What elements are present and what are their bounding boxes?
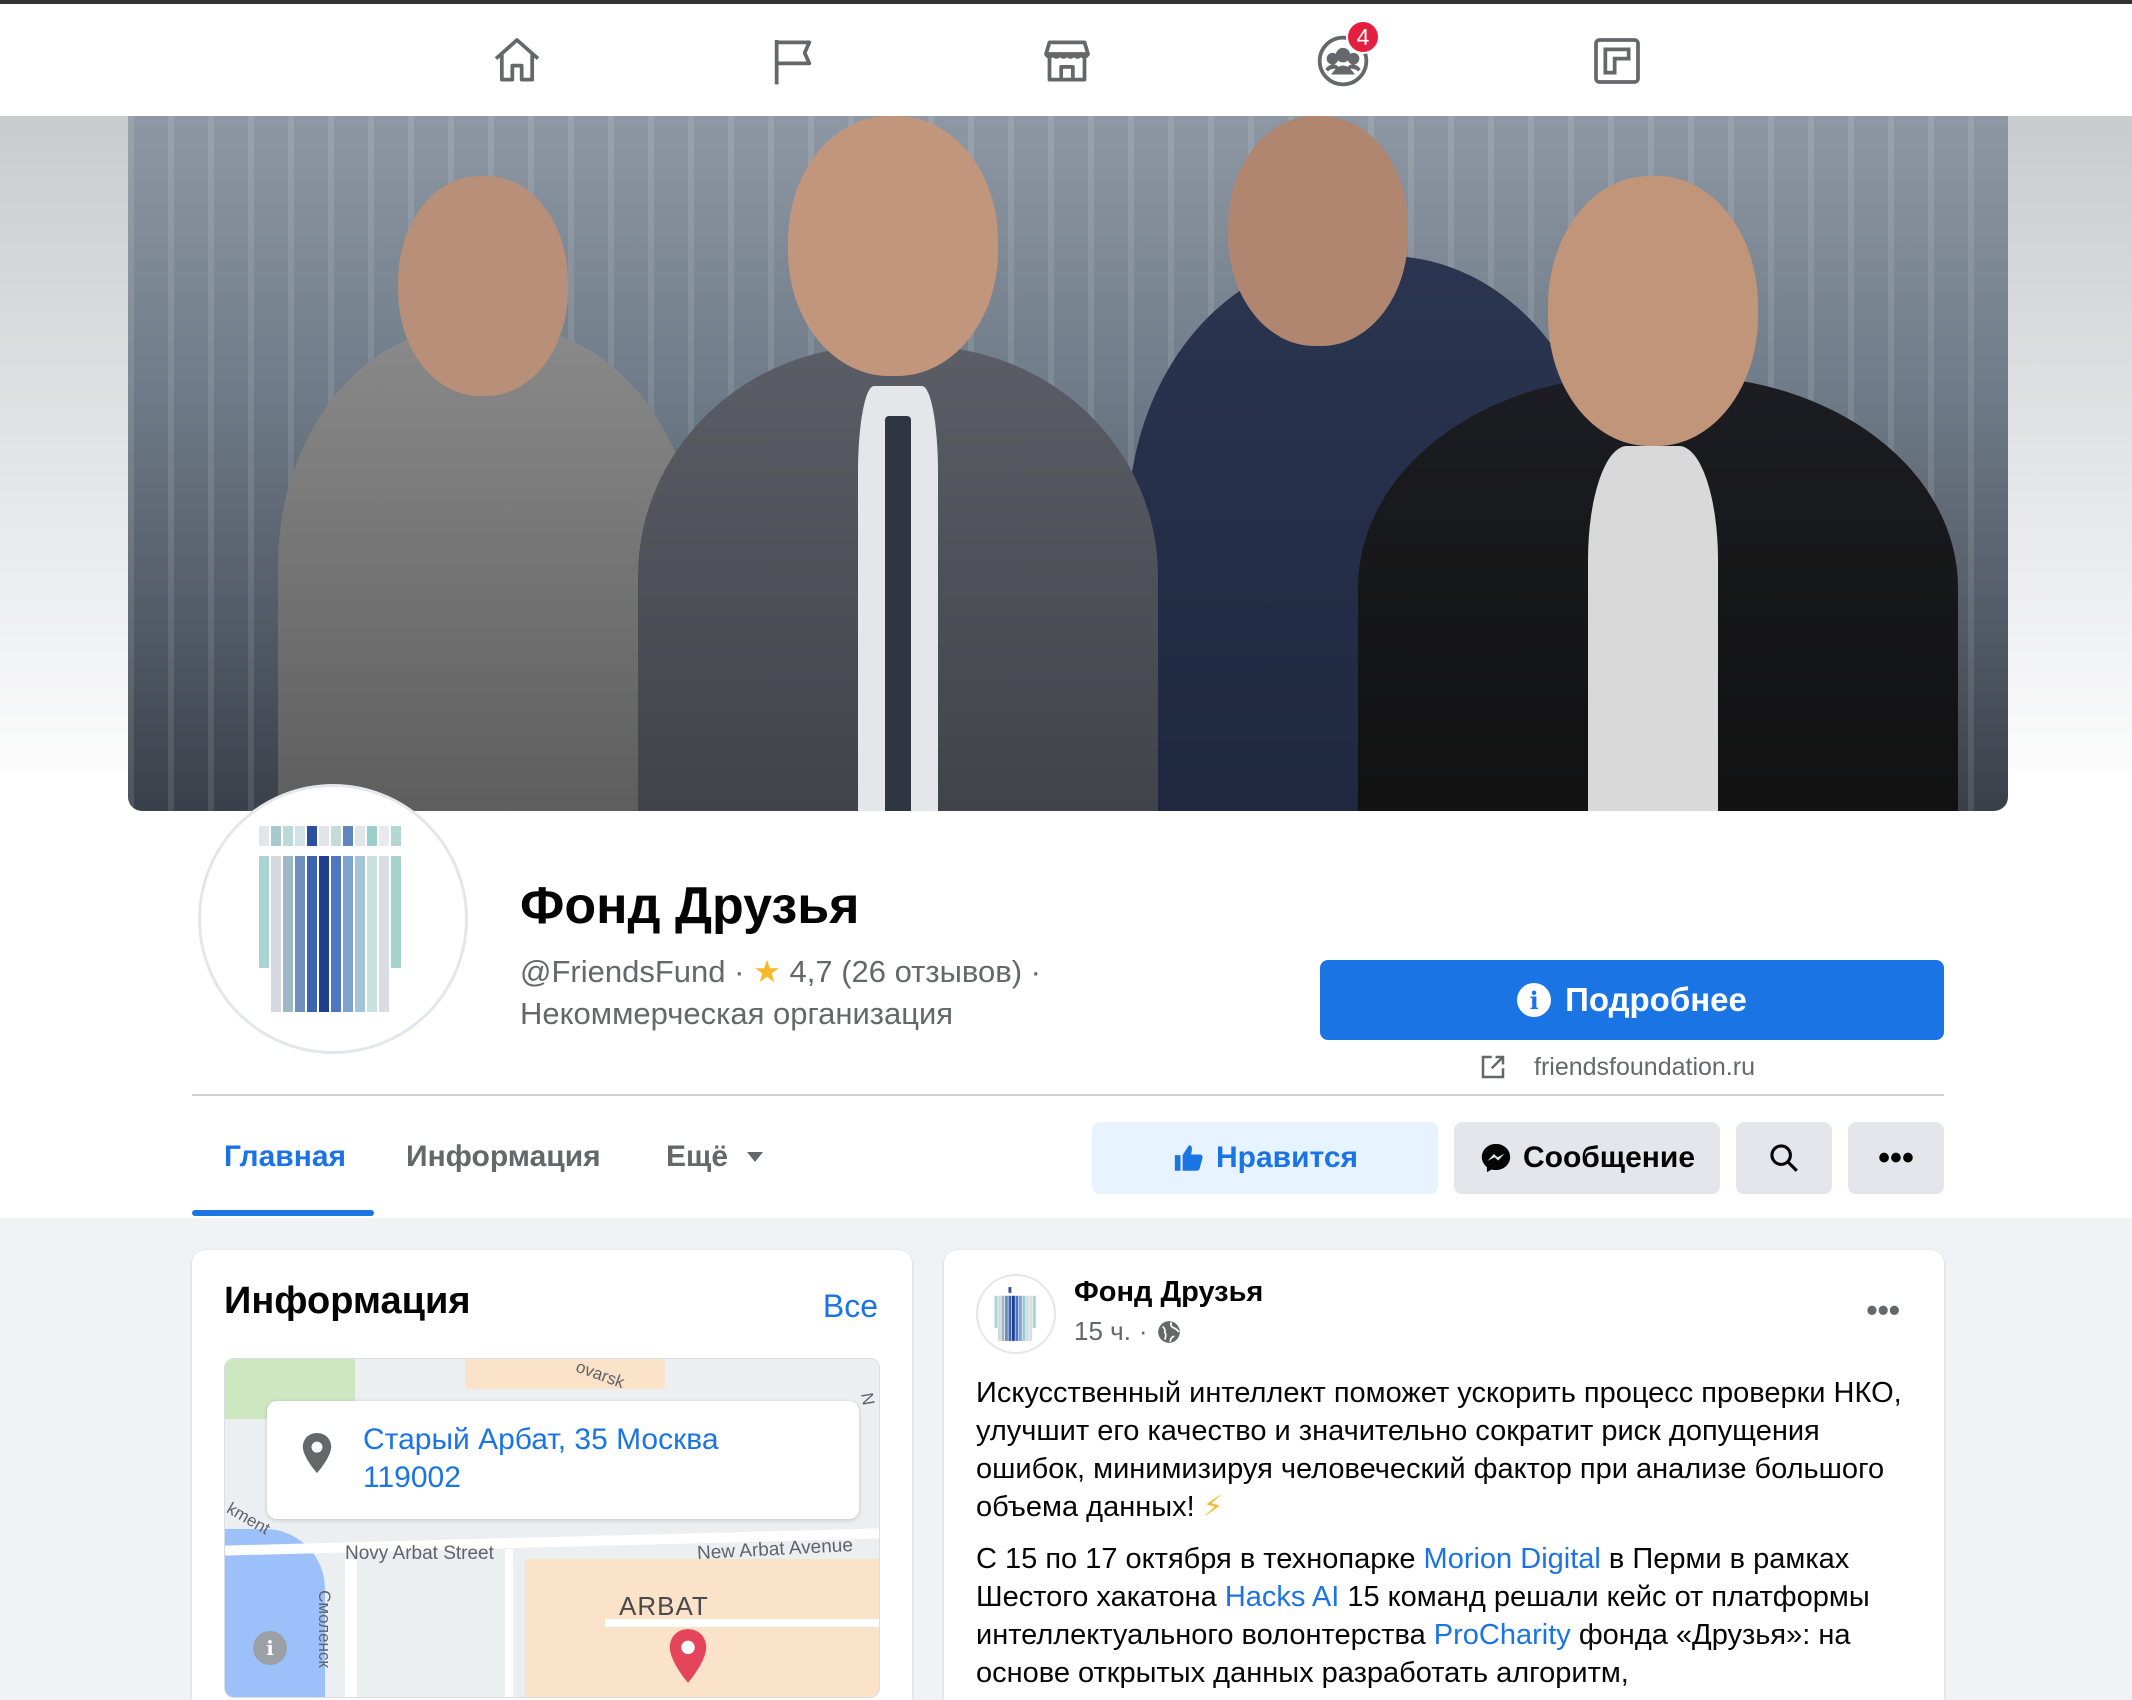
star-icon: ★ [753,954,781,989]
post-body: Искусственный интеллект поможет ускорить… [976,1374,1916,1700]
location-map[interactable]: Novy Arbat Street New Arbat Avenue ARBAT… [224,1358,880,1698]
marketplace-icon[interactable] [1032,26,1102,96]
map-label-novy-arbat: Novy Arbat Street [345,1543,494,1564]
website-link[interactable]: friendsfoundation.ru [1478,1052,1755,1082]
notification-badge: 4 [1346,20,1380,54]
like-label: Нравится [1215,1141,1359,1174]
page-rating[interactable]: 4,7 (26 отзывов) [789,954,1022,989]
ellipsis-icon: ••• [1878,1138,1914,1177]
cover-face-4 [1548,176,1758,446]
map-road [345,1559,357,1697]
post-paragraph-1: Искусственный интеллект поможет ускорить… [976,1374,1916,1526]
post-options-button[interactable]: ••• [1866,1292,1900,1329]
page-handle[interactable]: @FriendsFund [520,954,726,989]
meta-separator: · [734,954,754,989]
like-button[interactable]: Нравится [1092,1122,1438,1194]
post-text-1: Искусственный интеллект поможет ускорить… [976,1377,1902,1523]
top-navigation-bar: 4 [0,0,2132,116]
cover-face-3 [1228,116,1408,346]
search-icon [1770,1144,1798,1172]
groups-icon[interactable]: 4 [1308,20,1380,96]
message-button[interactable]: Сообщение [1454,1122,1720,1194]
tab-more-label: Ещё [666,1140,729,1173]
fund-logo [259,826,401,1012]
cover-tie-2 [885,416,911,811]
search-button[interactable] [1736,1122,1832,1194]
address-line-1: Старый Арбат, 35 Москва [363,1423,719,1456]
cover-person-1 [278,326,698,811]
header-divider [192,1094,1944,1096]
post-paragraph-2: С 15 по 17 октября в технопарке Morion D… [976,1540,1916,1692]
lightning-emoji-icon: ⚡ [1202,1491,1224,1523]
page-category[interactable]: Некоммерческая организация [520,996,953,1032]
page-title: Фонд Друзья [520,877,860,935]
map-label-arbat: ARBAT [619,1591,709,1621]
see-all-link[interactable]: Все [823,1288,878,1325]
info-card: Информация Все Novy Arbat Street New Arb… [192,1250,912,1700]
hacks-ai-link[interactable]: Hacks AI [1225,1581,1339,1613]
tab-more[interactable]: Ещё [666,1140,764,1174]
cover-face-2 [788,116,998,376]
map-label-smolensk: Смоленск [314,1590,334,1668]
info-icon: i [1517,983,1552,1017]
post-timestamp[interactable]: 15 ч. · [1074,1316,1182,1347]
flag-icon[interactable] [758,26,828,96]
tab-information[interactable]: Информация [406,1140,601,1174]
cover-shirt-4 [1588,446,1718,811]
post-time-text: 15 ч. [1074,1316,1131,1346]
address-box[interactable]: Старый Арбат, 35 Москва 119002 [267,1401,859,1519]
page-avatar[interactable] [198,784,468,1054]
post-card: Фонд Друзья 15 ч. · ••• Искусственный ин… [944,1250,1944,1700]
time-separator: · [1138,1316,1148,1346]
map-road [505,1549,513,1697]
caret-down-icon [747,1152,764,1162]
gaming-icon[interactable] [1582,26,1652,96]
cover-face-1 [398,176,568,396]
procharity-link[interactable]: ProCharity [1434,1619,1571,1651]
post-author-name[interactable]: Фонд Друзья [1074,1276,1263,1309]
home-icon[interactable] [482,26,552,96]
page-meta: @FriendsFund · ★ 4,7 (26 отзывов) · [520,954,1041,990]
map-block [465,1359,665,1389]
active-tab-indicator [192,1210,374,1216]
message-label: Сообщение [1522,1141,1696,1174]
post-author-avatar[interactable] [976,1274,1056,1354]
website-url: friendsfoundation.ru [1534,1052,1755,1081]
map-marker-icon[interactable] [665,1627,711,1685]
map-info-icon[interactable]: i [253,1631,287,1665]
meta-separator: · [1030,954,1041,989]
more-info-button[interactable]: i Подробнее [1320,960,1944,1040]
tab-home[interactable]: Главная [224,1140,346,1174]
morion-digital-link[interactable]: Morion Digital [1424,1543,1601,1575]
messenger-icon [1481,1143,1511,1173]
thumbs-up-icon [1174,1145,1203,1171]
map-label-north: N [857,1391,879,1407]
globe-icon [1157,1320,1180,1343]
location-pin-icon [302,1433,332,1473]
info-card-title: Информация [224,1280,471,1322]
address-line-2: 119002 [363,1461,461,1494]
post-text-2a: С 15 по 17 октября в технопарке [976,1543,1424,1575]
fund-logo-small [994,1287,1036,1341]
cover-photo[interactable] [128,116,2008,811]
more-info-label: Подробнее [1565,981,1747,1018]
more-options-button[interactable]: ••• [1848,1122,1944,1194]
address-text[interactable]: Старый Арбат, 35 Москва 119002 [363,1421,719,1497]
external-link-icon [1481,1055,1505,1079]
